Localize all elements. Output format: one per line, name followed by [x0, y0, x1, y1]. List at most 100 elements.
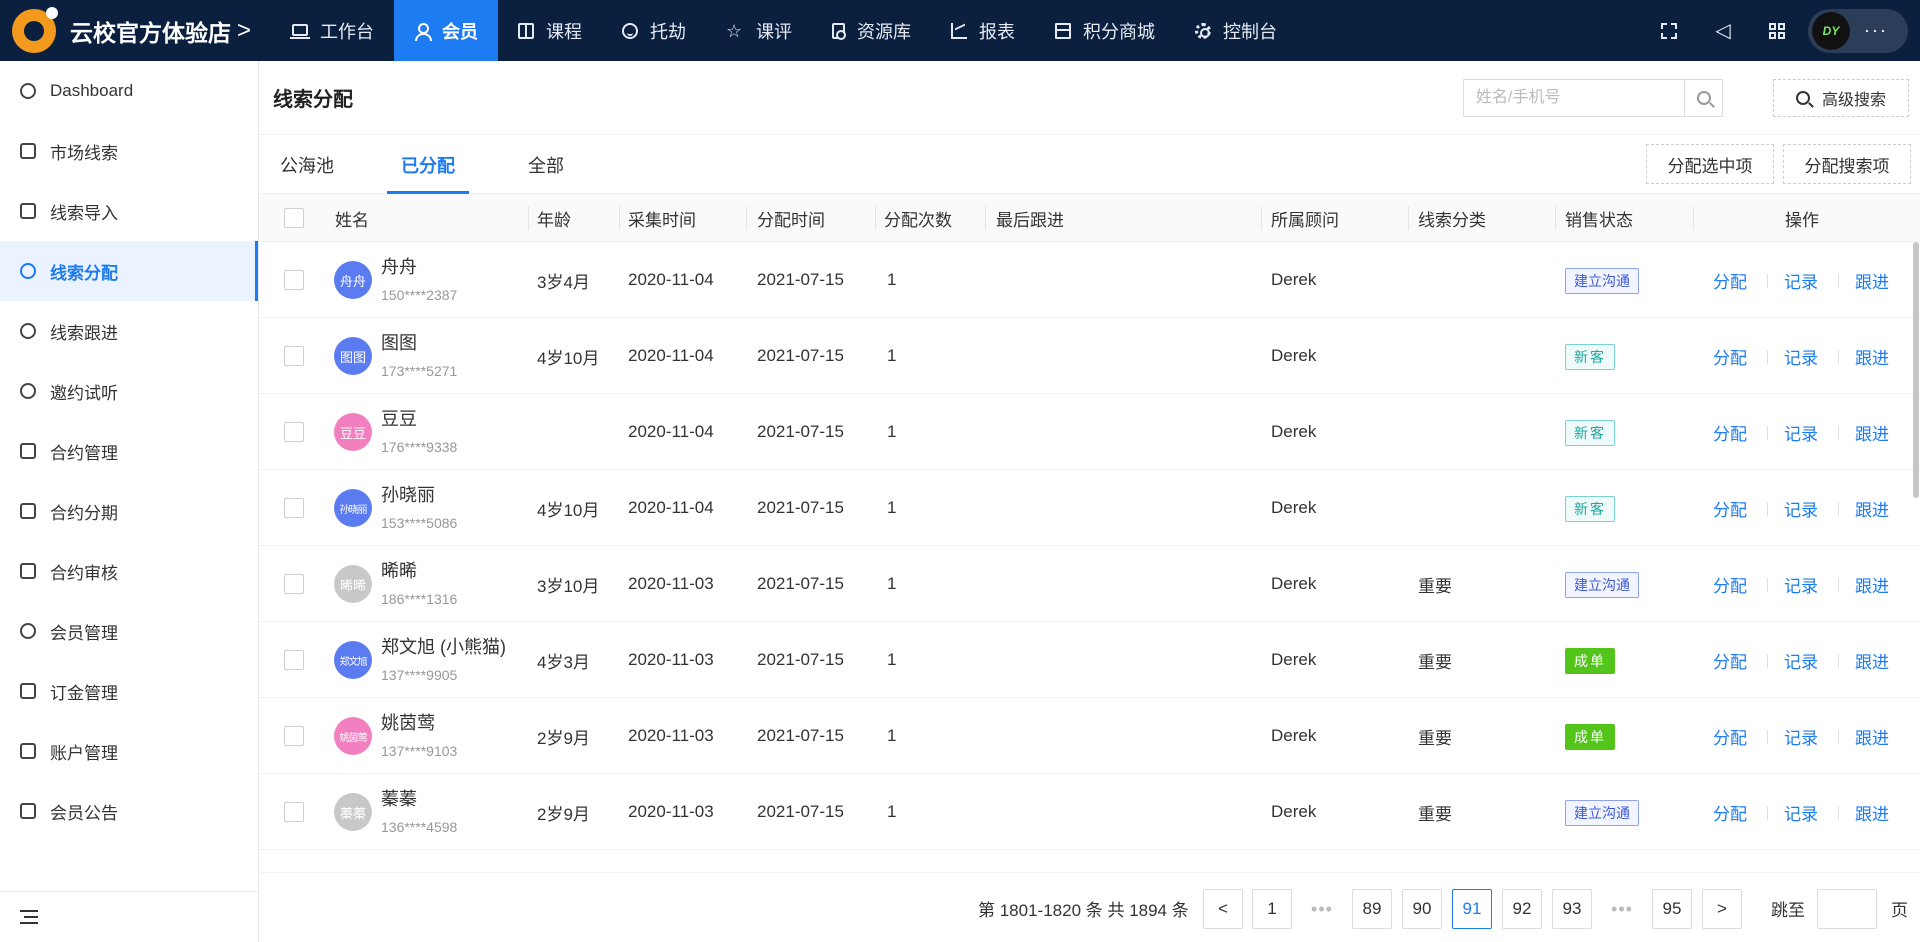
sidebar-item-installments[interactable]: 合约分期: [0, 481, 258, 541]
tab-all[interactable]: 全部: [528, 135, 564, 194]
record-link[interactable]: 记录: [1784, 470, 1818, 546]
sidebar-item-accounts[interactable]: 账户管理: [0, 721, 258, 781]
followup-link[interactable]: 跟进: [1855, 774, 1889, 850]
assign-link[interactable]: 分配: [1713, 470, 1747, 546]
record-link[interactable]: 记录: [1784, 242, 1818, 318]
followup-link[interactable]: 跟进: [1855, 622, 1889, 698]
column-assigned-time[interactable]: 分配时间: [757, 194, 825, 242]
column-sales-status[interactable]: 销售状态: [1565, 194, 1633, 242]
brand-switcher[interactable]: 云校官方体验店 >: [0, 0, 258, 61]
column-advisor[interactable]: 所属顾问: [1271, 194, 1339, 242]
followup-link[interactable]: 跟进: [1855, 394, 1889, 470]
sidebar-item-contracts[interactable]: 合约管理: [0, 421, 258, 481]
next-page-button[interactable]: >: [1702, 889, 1742, 929]
sidebar-collapse-button[interactable]: [0, 891, 258, 942]
page-button-90[interactable]: 90: [1402, 889, 1442, 929]
record-link[interactable]: 记录: [1784, 622, 1818, 698]
table-row[interactable]: 舟舟 舟舟 150****2387 3岁4月 2020-11-04 2021-07-15 1…: [260, 242, 1920, 318]
sidebar-item-lead-followup[interactable]: 线索跟进: [0, 301, 258, 361]
page-button-93[interactable]: 93: [1552, 889, 1592, 929]
page-button-1[interactable]: 1: [1252, 889, 1292, 929]
followup-link[interactable]: 跟进: [1855, 470, 1889, 546]
followup-link[interactable]: 跟进: [1855, 698, 1889, 774]
table-row[interactable]: 豆豆 豆豆 176****9338 2020-11-04 2021-07-15 1 Dere…: [260, 394, 1920, 470]
assign-link[interactable]: 分配: [1713, 774, 1747, 850]
row-checkbox[interactable]: [284, 498, 304, 518]
row-checkbox[interactable]: [284, 346, 304, 366]
row-checkbox[interactable]: [284, 650, 304, 670]
advanced-search-button[interactable]: 高级搜索: [1773, 79, 1909, 117]
tab-public-pool[interactable]: 公海池: [280, 135, 334, 194]
assign-link[interactable]: 分配: [1713, 622, 1747, 698]
row-checkbox[interactable]: [284, 270, 304, 290]
nav-courses[interactable]: 课程: [498, 0, 602, 61]
table-row[interactable]: 晞晞 晞晞 186****1316 3岁10月 2020-11-03 2021-07-15…: [260, 546, 1920, 622]
table-row[interactable]: 郑文旭 郑文旭 (小熊猫) 137****9905 4岁3月 2020-11-03 202…: [260, 622, 1920, 698]
sidebar-item-deposits[interactable]: 订金管理: [0, 661, 258, 721]
sidebar-item-market-leads[interactable]: 市场线索: [0, 121, 258, 181]
jump-page-input[interactable]: [1817, 889, 1877, 929]
apps-button[interactable]: [1750, 0, 1804, 61]
sidebar-item-lead-assignment[interactable]: 线索分配: [0, 241, 258, 301]
column-name[interactable]: 姓名: [335, 194, 369, 242]
row-checkbox[interactable]: [284, 422, 304, 442]
column-age[interactable]: 年龄: [537, 194, 571, 242]
column-category[interactable]: 线索分类: [1418, 194, 1486, 242]
page-button-92[interactable]: 92: [1502, 889, 1542, 929]
table-row[interactable]: 姚茵莺 姚茵莺 137****9103 2岁9月 2020-11-03 2021-07-1…: [260, 698, 1920, 774]
record-link[interactable]: 记录: [1784, 698, 1818, 774]
followup-link[interactable]: 跟进: [1855, 318, 1889, 394]
table-row[interactable]: 孙晓丽 孙晓丽 153****5086 4岁10月 2020-11-04 2021-07-…: [260, 470, 1920, 546]
page-button-91[interactable]: 91: [1452, 889, 1492, 929]
sidebar-item-announcements[interactable]: 会员公告: [0, 781, 258, 841]
sidebar-item-lead-import[interactable]: 线索导入: [0, 181, 258, 241]
column-assign-count[interactable]: 分配次数: [884, 194, 952, 242]
assign-link[interactable]: 分配: [1713, 318, 1747, 394]
followup-link[interactable]: 跟进: [1855, 546, 1889, 622]
nav-points-mall[interactable]: 积分商城: [1035, 0, 1175, 61]
assign-link[interactable]: 分配: [1713, 242, 1747, 318]
table-row[interactable]: 图图 图图 173****5271 4岁10月 2020-11-04 2021-07-15…: [260, 318, 1920, 394]
user-menu[interactable]: DY ···: [1808, 8, 1908, 53]
row-checkbox[interactable]: [284, 574, 304, 594]
record-link[interactable]: 记录: [1784, 318, 1818, 394]
nav-reports[interactable]: 报表: [931, 0, 1035, 61]
search-button[interactable]: [1684, 80, 1722, 116]
nav-workbench[interactable]: 工作台: [272, 0, 394, 61]
table-scrollbar[interactable]: [1913, 242, 1919, 498]
nav-resources[interactable]: 资源库: [812, 0, 931, 61]
assign-link[interactable]: 分配: [1713, 698, 1747, 774]
nav-members[interactable]: 会员: [394, 0, 498, 61]
prev-page-button[interactable]: <: [1203, 889, 1243, 929]
column-collected-time[interactable]: 采集时间: [628, 194, 696, 242]
assign-link[interactable]: 分配: [1713, 546, 1747, 622]
tab-assigned[interactable]: 已分配: [387, 135, 469, 194]
announcement-button[interactable]: [1696, 0, 1750, 61]
assign-selected-button[interactable]: 分配选中项: [1646, 144, 1774, 184]
record-link[interactable]: 记录: [1784, 546, 1818, 622]
page-button-89[interactable]: 89: [1352, 889, 1392, 929]
followup-link[interactable]: 跟进: [1855, 242, 1889, 318]
assign-link[interactable]: 分配: [1713, 394, 1747, 470]
lead-age: 3岁4月: [537, 272, 590, 292]
nav-console[interactable]: 控制台: [1175, 0, 1297, 61]
record-link[interactable]: 记录: [1784, 774, 1818, 850]
column-last-followup[interactable]: 最后跟进: [996, 194, 1064, 242]
row-checkbox[interactable]: [284, 726, 304, 746]
search-input[interactable]: [1464, 80, 1684, 116]
page-ellipsis[interactable]: •••: [1602, 889, 1642, 929]
select-all-checkbox[interactable]: [284, 208, 304, 228]
page-button-95[interactable]: 95: [1652, 889, 1692, 929]
sidebar-item-contract-review[interactable]: 合约审核: [0, 541, 258, 601]
sidebar-item-dashboard[interactable]: Dashboard: [0, 61, 258, 121]
assign-search-results-button[interactable]: 分配搜索项: [1783, 144, 1911, 184]
fullscreen-button[interactable]: [1642, 0, 1696, 61]
nav-childcare[interactable]: 托劫: [602, 0, 706, 61]
row-checkbox[interactable]: [284, 802, 304, 822]
sidebar-item-trial-invite[interactable]: 邀约试听: [0, 361, 258, 421]
page-ellipsis[interactable]: •••: [1302, 889, 1342, 929]
table-row[interactable]: 蓁蓁 蓁蓁 136****4598 2岁9月 2020-11-03 2021-07-15 1…: [260, 774, 1920, 850]
nav-course-review[interactable]: ☆ 课评: [706, 0, 812, 61]
sidebar-item-member-management[interactable]: 会员管理: [0, 601, 258, 661]
record-link[interactable]: 记录: [1784, 394, 1818, 470]
